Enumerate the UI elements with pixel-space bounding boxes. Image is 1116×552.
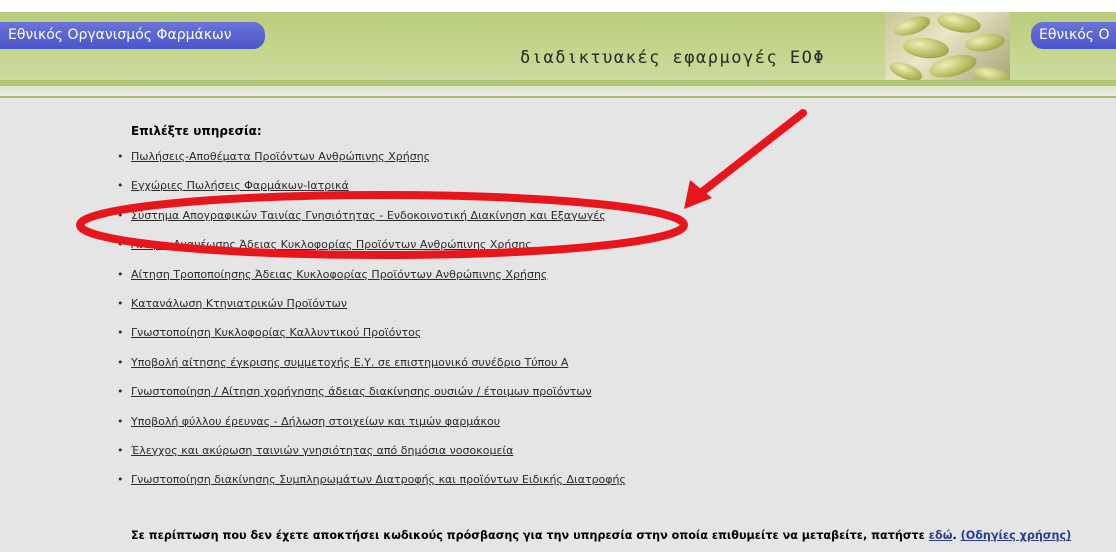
service-item: • Γνωστοποίηση / Αίτηση χορήγησης άδειας … [117,385,626,414]
bullet-icon: • [117,238,124,252]
header-divider [0,86,1116,96]
service-item: • Υποβολή φύλλου έρευνας - Δήλωση στοιχεί… [117,415,626,444]
footer-text: Σε περίπτωση που δεν έχετε αποκτήσει κωδ… [131,529,929,542]
service-list: • Πωλήσεις-Αποθέματα Προϊόντων Ανθρώπινης… [117,150,626,503]
footer-note: Σε περίπτωση που δεν έχετε αποκτήσει κωδ… [131,529,1071,542]
bullet-icon: • [117,179,124,193]
footer-separator: . [952,529,961,542]
service-link[interactable]: Γνωστοποίηση Κυκλοφορίας Καλλυντικού Προ… [131,326,421,339]
service-link[interactable]: Γνωστοποίηση διακίνησης Συμπληρωμάτων Δι… [131,473,626,486]
bullet-icon: • [117,355,124,369]
instructions-link[interactable]: (Οδηγίες χρήσης) [961,529,1072,542]
service-item: • Εγχώριες Πωλήσεις Φαρμάκων-Ιατρικά [117,179,626,208]
bullet-icon: • [117,150,124,163]
header-title: διαδικτυακές εφαρμογές ΕΟΦ [520,48,826,68]
service-link[interactable]: Εγχώριες Πωλήσεις Φαρμάκων-Ιατρικά [131,179,349,192]
bullet-icon: • [117,208,124,222]
service-item: • Έλεγχος και ακύρωση ταινιών γνησιότητας… [117,444,626,473]
service-item: • Πωλήσεις-Αποθέματα Προϊόντων Ανθρώπινης… [117,150,626,179]
service-link[interactable]: Σύστημα Απογραφικών Ταινίας Γνησιότητας … [131,209,606,222]
service-link[interactable]: Κατανάλωση Κτηνιατρικών Προϊόντων [131,297,347,310]
bullet-icon: • [117,267,124,281]
services-heading: Επιλέξτε υπηρεσία: [131,124,262,138]
bullet-icon: • [117,443,124,457]
service-item: • Γνωστοποίηση διακίνησης Συμπληρωμάτων Δ… [117,473,626,502]
service-link[interactable]: Υποβολή φύλλου έρευνας - Δήλωση στοιχείω… [131,415,500,428]
service-link[interactable]: Γνωστοποίηση / Αίτηση χορήγησης άδειας δ… [131,385,592,398]
service-item: • Αίτηση Ανανέωσης Άδειας Κυκλοφορίας Προ… [117,238,626,267]
bullet-icon: • [117,296,124,310]
service-link[interactable]: Αίτηση Ανανέωσης Άδειας Κυκλοφορίας Προϊ… [131,238,532,251]
bullet-icon: • [117,473,124,487]
bullet-icon: • [117,414,124,428]
here-link[interactable]: εδώ [929,529,953,542]
org-name-pill-right[interactable]: Εθνικός Ο [1031,22,1116,49]
bullet-icon: • [117,326,124,340]
service-item: • Σύστημα Απογραφικών Ταινίας Γνησιότητας… [117,209,626,238]
service-item: • Γνωστοποίηση Κυκλοφορίας Καλλυντικού Πρ… [117,326,626,355]
service-item: • Αίτηση Τροποποίησης Άδειας Κυκλοφορίας … [117,268,626,297]
service-link[interactable]: Υποβολή αίτησης έγκρισης συμμετοχής Ε.Υ.… [131,356,568,369]
service-link[interactable]: Πωλήσεις-Αποθέματα Προϊόντων Ανθρώπινης … [131,150,430,163]
service-link[interactable]: Αίτηση Τροποποίησης Άδειας Κυκλοφορίας Π… [131,268,547,281]
org-name-pill[interactable]: Εθνικός Οργανισμός Φαρμάκων [0,22,265,49]
service-link[interactable]: Έλεγχος και ακύρωση ταινιών γνησιότητας … [131,444,513,457]
service-item: • Υποβολή αίτησης έγκρισης συμμετοχής Ε.Υ… [117,356,626,385]
bullet-icon: • [117,385,124,399]
service-item: • Κατανάλωση Κτηνιατρικών Προϊόντων [117,297,626,326]
